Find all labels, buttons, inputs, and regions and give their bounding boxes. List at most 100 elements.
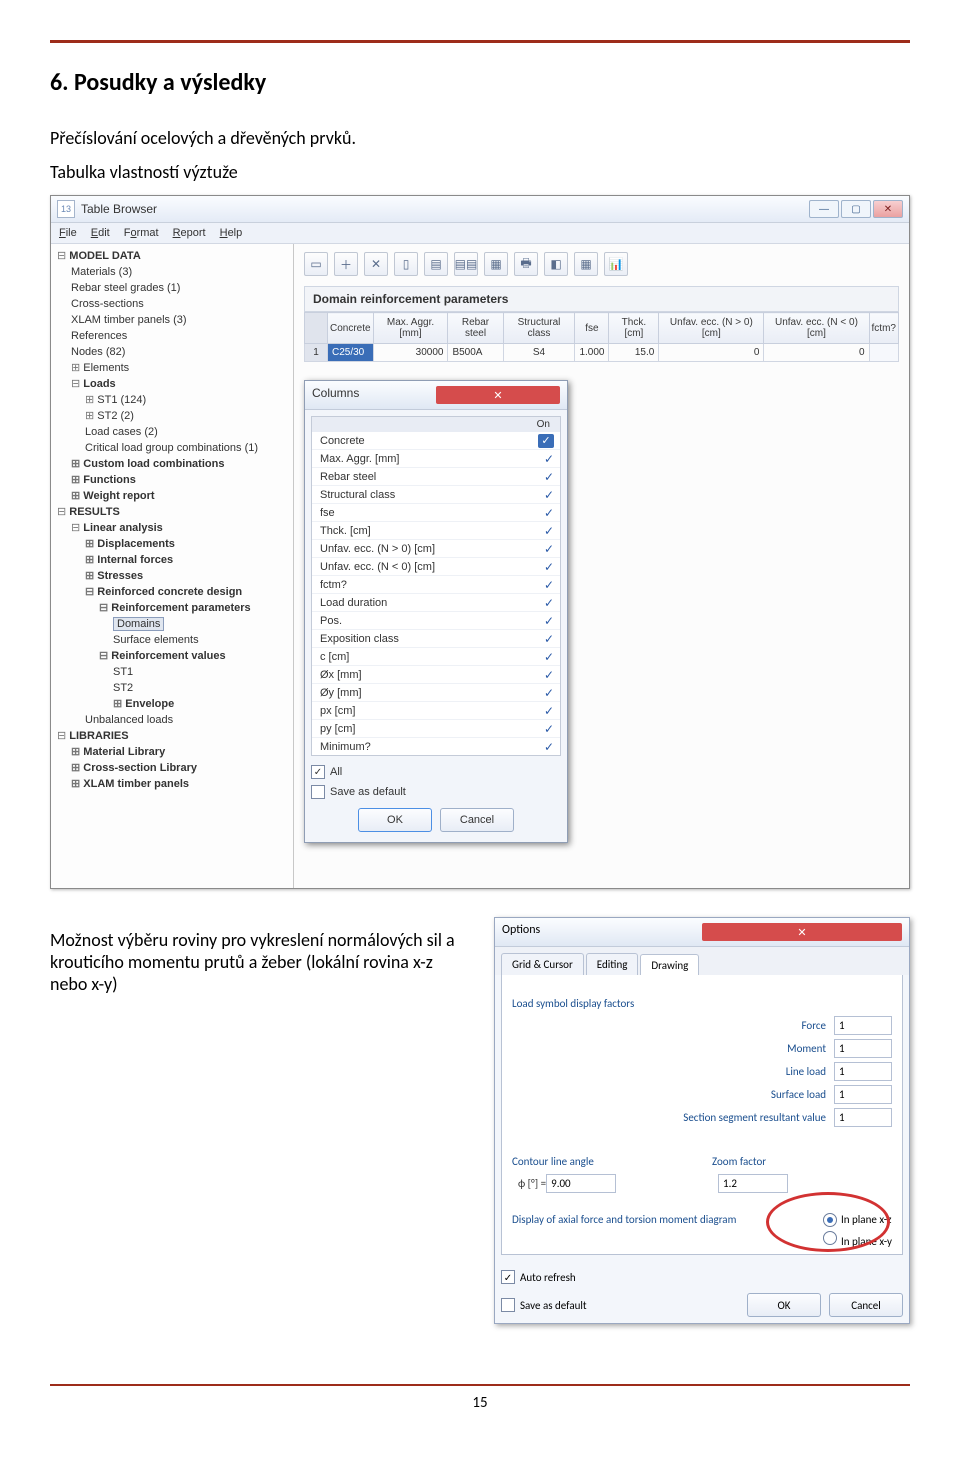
tool-delete-icon[interactable]: ✕ (364, 252, 388, 276)
list-item[interactable]: Pos.✓ (312, 612, 560, 630)
list-item[interactable]: px [cm]✓ (312, 702, 560, 720)
zoom-field[interactable]: 1.2 (718, 1174, 788, 1193)
checkbox-save-default[interactable]: Save as default (311, 782, 561, 802)
list-item[interactable]: Thck. [cm]✓ (312, 522, 560, 540)
tool-column-icon[interactable]: ▯ (394, 252, 418, 276)
checkbox-all[interactable]: ✓All (311, 762, 561, 782)
tree-linear-analysis[interactable]: Linear analysis (71, 520, 287, 536)
tree-rv-st2[interactable]: ST2 (113, 680, 287, 696)
tool-grid1-icon[interactable]: ▤▤ (454, 252, 478, 276)
tree-unbalanced[interactable]: Unbalanced loads (85, 712, 287, 728)
cancel-button[interactable]: Cancel (440, 808, 514, 832)
tree-reinf-values[interactable]: Reinforcement values (99, 648, 287, 664)
tree-st2[interactable]: ST2 (2) (85, 408, 287, 424)
tool-grid2-icon[interactable]: ▦ (484, 252, 508, 276)
tree-rc-design[interactable]: Reinforced concrete design (85, 584, 287, 600)
tool-tile-icon[interactable]: ◧ (544, 252, 568, 276)
col-unfavn0[interactable]: Unfav. ecc. (N > 0) [cm] (659, 313, 764, 344)
checkbox-save-default[interactable]: Save as default (501, 1295, 587, 1315)
tree-rebar-grades[interactable]: Rebar steel grades (1) (71, 280, 287, 296)
tool-new-icon[interactable]: ▭ (304, 252, 328, 276)
tab-grid-cursor[interactable]: Grid & Cursor (501, 953, 584, 975)
lineload-field[interactable]: 1 (834, 1062, 892, 1081)
list-item[interactable]: fse✓ (312, 504, 560, 522)
list-item[interactable]: Max. Aggr. [mm]✓ (312, 450, 560, 468)
tab-drawing[interactable]: Drawing (640, 954, 699, 976)
tree-functions[interactable]: Functions (71, 472, 287, 488)
ok-button[interactable]: OK (358, 808, 432, 832)
tree-results[interactable]: RESULTS (57, 504, 287, 520)
tool-chart-icon[interactable]: 📊 (604, 252, 628, 276)
checkbox-auto-refresh[interactable]: ✓Auto refresh (501, 1267, 576, 1287)
tree-reinf-params[interactable]: Reinforcement parameters (99, 600, 287, 616)
close-button[interactable]: ✕ (873, 200, 903, 218)
tree-references[interactable]: References (71, 328, 287, 344)
list-item[interactable]: Øx [mm]✓ (312, 666, 560, 684)
tree-critical-combos[interactable]: Critical load group combinations (1) (85, 440, 287, 456)
moment-field[interactable]: 1 (834, 1039, 892, 1058)
tree-xlam-lib[interactable]: XLAM timber panels (71, 776, 287, 792)
tree-surface-elements[interactable]: Surface elements (113, 632, 287, 648)
tree-displacements[interactable]: Displacements (85, 536, 287, 552)
tree-internal-forces[interactable]: Internal forces (85, 552, 287, 568)
tree-custom-combos[interactable]: Custom load combinations (71, 456, 287, 472)
list-item[interactable]: Rebar steel✓ (312, 468, 560, 486)
tool-print-icon[interactable]: 🖶 (514, 252, 538, 276)
tool-cell-icon[interactable]: ▦ (574, 252, 598, 276)
col-unfavn1[interactable]: Unfav. ecc. (N < 0) [cm] (764, 313, 869, 344)
list-item[interactable]: py [cm]✓ (312, 720, 560, 738)
tree-cross-sections[interactable]: Cross-sections (71, 296, 287, 312)
menu-file[interactable]: FFileile (59, 227, 77, 239)
section-field[interactable]: 1 (834, 1108, 892, 1127)
tree-materials[interactable]: Materials (3) (71, 264, 287, 280)
tool-list-icon[interactable]: ▤ (424, 252, 448, 276)
tree-material-lib[interactable]: Material Library (71, 744, 287, 760)
tree-rv-st1[interactable]: ST1 (113, 664, 287, 680)
reinforcement-table[interactable]: Concrete Max. Aggr. [mm] Rebar steel Str… (304, 312, 899, 362)
tool-add-icon[interactable]: ＋ (334, 252, 358, 276)
menu-edit[interactable]: Edit (91, 227, 110, 239)
tree-st1[interactable]: ST1 (124) (85, 392, 287, 408)
menu-format[interactable]: Format (124, 227, 159, 239)
contour-field[interactable]: 9.00 (546, 1174, 616, 1193)
tree-domains[interactable]: Domains (113, 616, 287, 632)
col-fctm[interactable]: fctm? (869, 313, 899, 344)
list-item[interactable]: Load duration✓ (312, 594, 560, 612)
columns-close-icon[interactable]: ✕ (436, 386, 560, 404)
tab-editing[interactable]: Editing (586, 953, 639, 975)
tree-xlam-panels[interactable]: XLAM timber panels (3) (71, 312, 287, 328)
list-item[interactable]: Concrete✓ (312, 432, 560, 450)
col-thck[interactable]: Thck. [cm] (609, 313, 659, 344)
tree-load-cases[interactable]: Load cases (2) (85, 424, 287, 440)
list-item[interactable]: Exposition class✓ (312, 630, 560, 648)
tree-envelope[interactable]: Envelope (113, 696, 287, 712)
col-concrete[interactable]: Concrete (328, 313, 374, 344)
options-cancel-button[interactable]: Cancel (829, 1293, 903, 1317)
model-tree[interactable]: MODEL DATA Materials (3) Rebar steel gra… (51, 244, 294, 888)
options-ok-button[interactable]: OK (747, 1293, 821, 1317)
list-item[interactable]: c [cm]✓ (312, 648, 560, 666)
tree-weight-report[interactable]: Weight report (71, 488, 287, 504)
tree-elements[interactable]: Elements (71, 360, 287, 376)
list-item[interactable]: Structural class✓ (312, 486, 560, 504)
col-structclass[interactable]: Structural class (503, 313, 575, 344)
menu-report[interactable]: Report (173, 227, 206, 239)
col-maxaggr[interactable]: Max. Aggr. [mm] (373, 313, 448, 344)
tree-libraries[interactable]: LIBRARIES (57, 728, 287, 744)
minimize-button[interactable]: — (809, 200, 839, 218)
surfload-field[interactable]: 1 (834, 1085, 892, 1104)
list-item[interactable]: Minimum?✓ (312, 738, 560, 755)
tree-nodes[interactable]: Nodes (82) (71, 344, 287, 360)
list-item[interactable]: Unfav. ecc. (N > 0) [cm]✓ (312, 540, 560, 558)
tree-model-data[interactable]: MODEL DATA (57, 248, 287, 264)
list-item[interactable]: Unfav. ecc. (N < 0) [cm]✓ (312, 558, 560, 576)
tree-loads[interactable]: Loads (71, 376, 287, 392)
list-item[interactable]: fctm?✓ (312, 576, 560, 594)
list-item[interactable]: Øy [mm]✓ (312, 684, 560, 702)
col-fse[interactable]: fse (575, 313, 609, 344)
tree-crosssect-lib[interactable]: Cross-section Library (71, 760, 287, 776)
table-row[interactable]: 1 C25/30 30000 B500A S4 1.000 15.0 0 0 (305, 344, 899, 362)
force-field[interactable]: 1 (834, 1016, 892, 1035)
col-rebar[interactable]: Rebar steel (448, 313, 503, 344)
menu-help[interactable]: Help (220, 227, 243, 239)
